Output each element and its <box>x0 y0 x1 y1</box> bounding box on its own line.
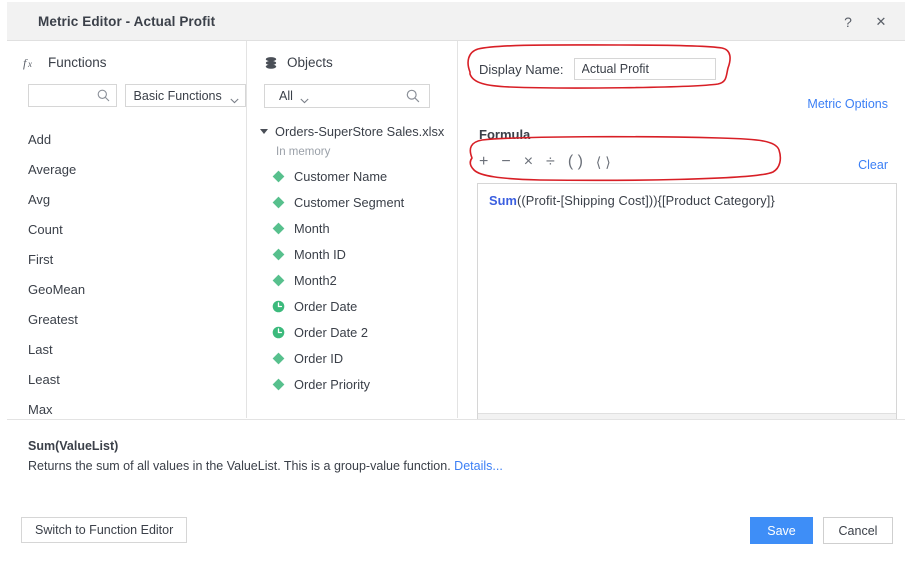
object-tree-item[interactable]: Order Date <box>248 293 457 319</box>
object-tree-item[interactable]: Customer Name <box>248 163 457 189</box>
object-tree-item-label: Customer Segment <box>294 194 405 210</box>
object-tree-item-label: Month <box>294 220 330 236</box>
attribute-diamond-icon <box>272 352 285 365</box>
display-name-input[interactable] <box>573 58 716 80</box>
formula-expression-rest: ((Profit-[Shipping Cost])){[Product Cate… <box>517 193 775 208</box>
object-tree-item-label: Order Date 2 <box>294 324 368 340</box>
multiply-operator[interactable]: × <box>524 153 533 171</box>
objects-tree-subtitle: In memory <box>276 146 331 158</box>
objects-item-container: Customer Name Customer Segment Month Month … <box>248 163 457 397</box>
function-description-area: Sum(ValueList) Returns the sum of all va… <box>7 419 905 507</box>
object-tree-item-label: Order ID <box>294 350 344 366</box>
object-tree-item[interactable]: Order ID <box>248 345 457 371</box>
object-tree-item[interactable]: Month ID <box>248 241 457 267</box>
database-icon <box>264 56 278 70</box>
time-clock-icon <box>272 300 285 313</box>
function-list-item[interactable]: Avg <box>7 185 246 215</box>
function-search-box[interactable] <box>28 84 117 107</box>
chevron-down-icon <box>300 93 309 104</box>
attribute-diamond-icon <box>272 248 285 261</box>
function-list-item[interactable]: Count <box>7 215 246 245</box>
function-list-item[interactable]: Least <box>7 365 246 395</box>
cancel-button[interactable]: Cancel <box>823 517 893 544</box>
object-tree-item-label: Month ID <box>294 246 346 262</box>
formula-section-label: Formula <box>479 127 531 142</box>
object-tree-item[interactable]: Month <box>248 215 457 241</box>
attribute-diamond-icon <box>272 170 285 183</box>
attribute-diamond-icon <box>272 378 285 391</box>
function-description-text: Returns the sum of all values in the Val… <box>28 459 503 473</box>
triangle-down-icon[interactable] <box>260 129 268 134</box>
objects-panel: Objects All Orders-SuperStore Sales.xlsx… <box>248 41 458 418</box>
details-link[interactable]: Details... <box>454 459 503 473</box>
save-button[interactable]: Save <box>750 517 813 544</box>
object-tree-item[interactable]: Customer Segment <box>248 189 457 215</box>
functions-panel-header: f x Functions <box>7 41 246 70</box>
svg-text:x: x <box>27 59 32 69</box>
title-bar: Metric Editor - Actual Profit ? ✕ <box>7 2 905 41</box>
function-list-item[interactable]: Add <box>7 125 246 155</box>
function-list-item[interactable]: Last <box>7 335 246 365</box>
attribute-diamond-icon <box>272 274 285 287</box>
switch-to-function-editor-button[interactable]: Switch to Function Editor <box>21 517 188 543</box>
object-tree-item-label: Customer Name <box>294 168 388 184</box>
attribute-diamond-icon <box>272 222 285 235</box>
function-list-item[interactable]: Average <box>7 155 246 185</box>
metric-options-link[interactable]: Metric Options <box>807 97 888 111</box>
dialog-footer: Switch to Function Editor Save Cancel <box>7 507 905 561</box>
function-list-item[interactable]: Greatest <box>7 305 246 335</box>
editor-panels: f x Functions Basic Functions Add Averag… <box>7 41 905 443</box>
clear-formula-link[interactable]: Clear <box>858 158 888 172</box>
object-tree-item[interactable]: Order Date 2 <box>248 319 457 345</box>
functions-panel-title: Functions <box>48 55 107 70</box>
object-tree-item[interactable]: Month2 <box>248 267 457 293</box>
objects-filter-value: All <box>279 89 293 103</box>
metric-editor-window: Metric Editor - Actual Profit ? ✕ f x Fu… <box>0 0 905 561</box>
objects-tree-root-label: Orders-SuperStore Sales.xlsx <box>275 124 445 139</box>
objects-panel-title: Objects <box>287 55 333 70</box>
close-icon[interactable]: ✕ <box>871 12 891 32</box>
formula-function-name: Sum <box>489 193 518 208</box>
function-list-item[interactable]: GeoMean <box>7 275 246 305</box>
function-signature: Sum(ValueList) <box>28 439 119 453</box>
minus-operator[interactable]: − <box>501 153 510 171</box>
object-tree-item-label: Order Priority <box>294 376 371 392</box>
function-list-item[interactable]: Max <box>7 395 246 421</box>
divide-operator[interactable]: ÷ <box>546 153 555 171</box>
functions-controls: Basic Functions <box>28 84 246 107</box>
formula-operator-toolbar: + − × ÷ ( ) ⟨ ⟩ <box>479 153 611 171</box>
formula-text[interactable]: Sum((Profit-[Shipping Cost])){[Product C… <box>478 184 896 208</box>
function-description-body: Returns the sum of all values in the Val… <box>28 459 451 473</box>
objects-filter-control[interactable]: All <box>264 84 430 108</box>
angle-bracket-operator[interactable]: ⟨ ⟩ <box>596 153 611 171</box>
object-search-icon[interactable] <box>406 89 420 106</box>
parenthesis-operator[interactable]: ( ) <box>568 153 583 171</box>
functions-list[interactable]: Add Average Avg Count First GeoMean Greatest La… <box>7 125 246 421</box>
object-tree-item-label: Order Date <box>294 298 358 314</box>
formula-input-box[interactable]: Sum((Profit-[Shipping Cost])){[Product C… <box>477 183 897 443</box>
fx-icon: f x <box>23 56 39 70</box>
plus-operator[interactable]: + <box>479 153 488 171</box>
objects-panel-header: Objects <box>248 41 457 70</box>
function-list-item[interactable]: First <box>7 245 246 275</box>
help-icon[interactable]: ? <box>838 12 858 32</box>
formula-editor-panel: Display Name: Metric Options Formula +−×… <box>459 41 905 443</box>
objects-tree-root[interactable]: Orders-SuperStore Sales.xlsx <box>248 122 457 141</box>
object-tree-item-label: Month2 <box>294 272 337 288</box>
display-name-label: Display Name: <box>479 61 564 77</box>
chevron-down-icon <box>230 93 239 103</box>
objects-filter-dropdown[interactable]: All <box>265 89 309 104</box>
function-search-input[interactable] <box>29 85 99 106</box>
display-name-row: Display Name: <box>459 41 905 80</box>
window-title: Metric Editor - Actual Profit <box>38 14 216 29</box>
object-tree-item[interactable]: Order Priority <box>248 371 457 397</box>
time-clock-icon <box>272 326 285 339</box>
function-category-value: Basic Functions <box>133 88 222 103</box>
attribute-diamond-icon <box>272 196 285 209</box>
functions-panel: f x Functions Basic Functions Add Averag… <box>7 41 247 418</box>
function-category-dropdown[interactable]: Basic Functions <box>124 84 246 107</box>
objects-tree[interactable]: Orders-SuperStore Sales.xlsx In memory C… <box>248 122 457 422</box>
